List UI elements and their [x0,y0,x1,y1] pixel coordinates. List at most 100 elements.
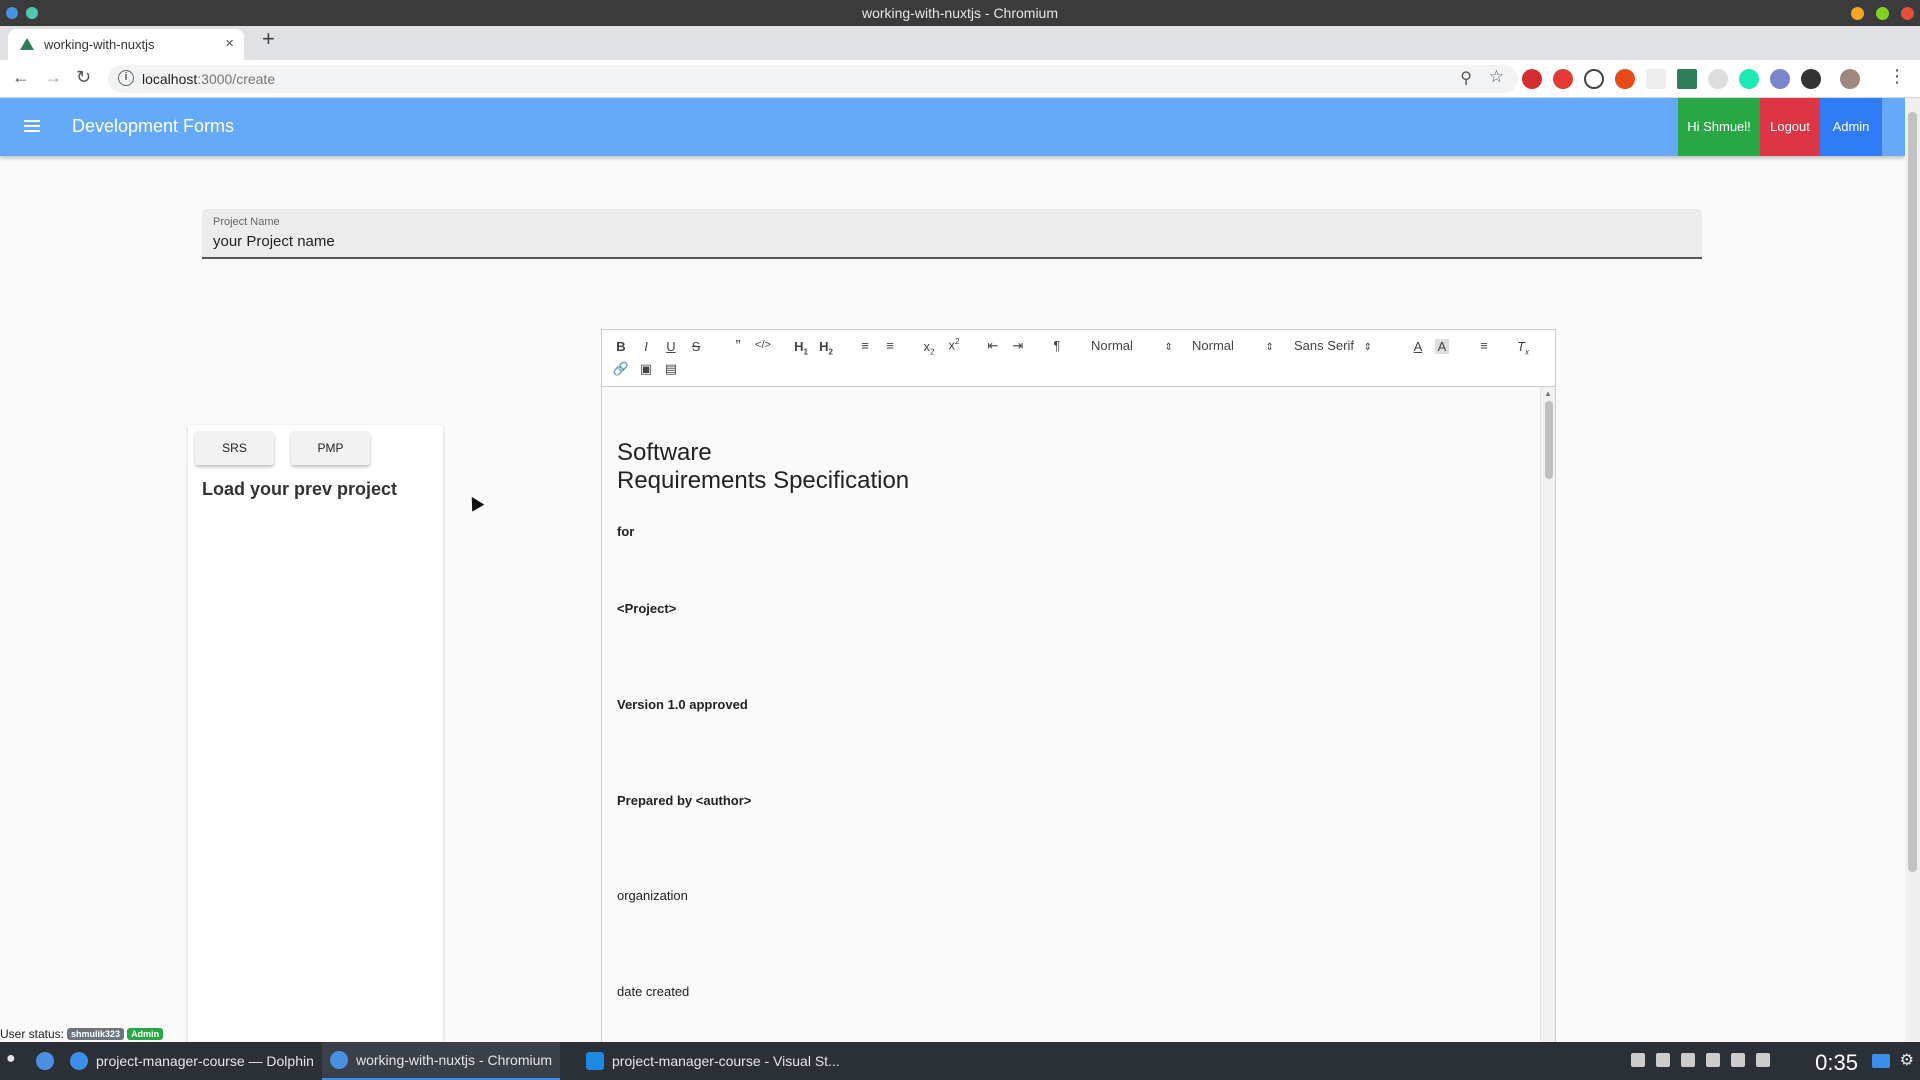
indent-icon[interactable]: ⇥ [1008,338,1028,354]
document-organization: organization [617,888,688,903]
blockquote-icon[interactable]: ” [728,338,748,356]
tab-title: working-with-nuxtjs [44,37,155,52]
italic-icon[interactable]: I [636,339,656,354]
profile-avatar-icon[interactable] [1840,69,1860,89]
adblock-icon[interactable] [1553,69,1573,89]
vue-icon[interactable] [1677,69,1697,89]
superscript-icon[interactable]: x2 [944,337,964,352]
font-select[interactable]: Sans Serif ⇕ [1294,338,1372,353]
size-select[interactable]: Normal ⇕ [1192,338,1274,353]
extension-icon[interactable] [1522,69,1542,89]
zoom-icon[interactable]: ⚲ [1460,68,1472,88]
document-version: Version 1.0 approved [617,697,748,712]
project-name-field[interactable]: Project Name your Project name [202,209,1702,259]
lock-icon[interactable] [1681,1053,1695,1067]
tab-strip: working-with-nuxtjs × + [0,26,1920,60]
bullet-list-icon[interactable]: ≡ [880,338,900,353]
header2-icon[interactable]: H2 [816,339,836,357]
url-path: :3000/create [197,71,276,87]
text-color-icon[interactable]: A [1408,339,1428,354]
strikethrough-icon[interactable]: S [686,339,706,354]
project-name-label: Project Name [213,216,280,228]
forward-icon[interactable]: → [44,67,62,88]
username-badge: shmulik323 [67,1028,125,1040]
block-icon[interactable] [1584,69,1604,89]
align-icon[interactable]: ≡ [1474,338,1494,353]
header1-icon[interactable]: H1 [791,339,811,357]
image-icon[interactable]: ▣ [636,361,656,377]
taskbar-item-vscode[interactable]: project-manager-course - Visual St... [578,1042,848,1080]
extension-icon[interactable] [1615,69,1635,89]
new-tab-button[interactable]: + [262,26,275,52]
select-arrows-icon: ⇕ [1265,342,1274,353]
size-select-value: Normal [1192,338,1234,353]
document-date: date created [617,984,690,999]
font-select-value: Sans Serif [1294,338,1354,353]
url-text[interactable]: localhost:3000/create [142,71,275,87]
taskbar-label-chromium: working-with-nuxtjs - Chromium [356,1052,553,1068]
load-prev-project-heading: Load your prev project [202,479,398,499]
close-window-button[interactable] [1901,7,1914,20]
underline-icon[interactable]: U [661,339,681,354]
clear-format-icon[interactable]: Tx [1513,339,1533,357]
admin-button[interactable]: Admin [1820,98,1882,156]
editor-toolbar: B I U S ” </> H1 H2 ≡ ≡ x2 x2 ⇤ ⇥ ¶ Norm… [601,329,1556,387]
browser-menu-icon[interactable]: ⋮ [1888,66,1906,87]
clock[interactable]: 0:35 [1815,1050,1858,1076]
logout-button[interactable]: Logout [1760,98,1820,156]
project-name-input[interactable]: your Project name [213,233,335,250]
folder-icon[interactable] [1872,1054,1890,1068]
page-scrollbar[interactable] [1905,98,1920,1042]
back-icon[interactable]: ← [12,67,30,88]
extension-icon[interactable] [1739,69,1759,89]
reload-icon[interactable]: ↻ [76,67,91,88]
page-scroll-thumb[interactable] [1908,112,1917,872]
tab-close-icon[interactable]: × [225,35,234,52]
chromium-icon[interactable] [36,1052,54,1070]
extension-icon[interactable] [1801,69,1821,89]
video-icon[interactable]: ▤ [661,361,681,377]
document-prepared-by: Prepared by <author> [617,793,752,808]
editor-scrollbar[interactable]: ▲ [1540,387,1555,1042]
user-status: User status: shmulik323 Admin [0,1027,164,1041]
srs-button[interactable]: SRS [195,431,274,465]
menu-icon[interactable] [24,120,40,132]
taskbar-item-dolphin[interactable]: project-manager-course — Dolphin [62,1042,322,1080]
settings-icon[interactable]: ⚙ [1900,1050,1914,1070]
editor-scroll-thumb[interactable] [1545,401,1553,479]
text-direction-icon[interactable]: ¶ [1047,338,1067,353]
pmp-button[interactable]: PMP [291,431,370,465]
wifi-icon[interactable] [1631,1053,1645,1067]
greeting-button[interactable]: Hi Shmuel! [1678,98,1760,156]
outdent-icon[interactable]: ⇤ [983,338,1003,354]
header-select[interactable]: Normal ⇕ [1091,338,1173,353]
window-title: working-with-nuxtjs - Chromium [861,5,1059,21]
browser-tab[interactable]: working-with-nuxtjs × [8,29,244,60]
code-block-icon[interactable]: </> [753,339,773,351]
settings-extension-icon[interactable] [1770,69,1790,89]
battery-icon[interactable] [1656,1053,1670,1067]
background-color-icon[interactable]: A [1435,339,1449,354]
app-launcher-icon[interactable]: ● [6,1050,16,1068]
bookmark-star-icon[interactable]: ☆ [1489,67,1504,87]
editor-content[interactable]: Software Requirements Specification for … [601,387,1556,1042]
user-status-label: User status: [0,1027,65,1041]
link-icon[interactable]: 🔗 [611,361,631,377]
address-bar[interactable]: i localhost:3000/create ⚲ ☆ [108,65,1518,93]
taskbar-item-chromium[interactable]: working-with-nuxtjs - Chromium [322,1042,561,1080]
os-taskbar: ● project-manager-course — Dolphin worki… [0,1042,1920,1080]
json-icon[interactable] [1708,69,1728,89]
volume-icon[interactable] [1731,1053,1745,1067]
minimize-button[interactable] [1851,7,1864,20]
clipboard-icon[interactable] [1706,1053,1720,1067]
scroll-up-icon[interactable]: ▲ [1544,389,1552,398]
bold-icon[interactable]: B [611,339,631,354]
maximize-button[interactable] [1876,7,1889,20]
tray-expand-icon[interactable] [1756,1053,1770,1067]
subscript-icon[interactable]: x2 [919,339,939,357]
site-info-icon[interactable]: i [118,70,134,86]
extensions-area [1522,69,1860,89]
extension-icon[interactable] [1646,69,1666,89]
window-titlebar: working-with-nuxtjs - Chromium [0,0,1920,26]
ordered-list-icon[interactable]: ≡ [855,338,875,353]
